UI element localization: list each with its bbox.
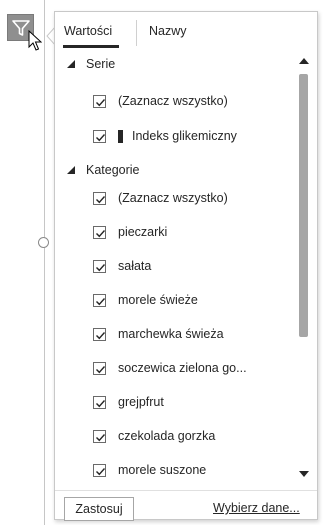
triangle-expanded-icon[interactable] <box>67 60 75 68</box>
checkbox[interactable] <box>93 463 106 477</box>
category-item[interactable]: marchewka świeża <box>93 323 224 345</box>
checkmark-icon <box>96 133 106 141</box>
checkbox[interactable] <box>93 94 106 108</box>
mouse-cursor-icon <box>28 30 42 51</box>
checkmark-icon <box>96 433 106 441</box>
chart-resize-handle[interactable] <box>38 237 49 248</box>
series-color-swatch <box>118 129 123 143</box>
category-item[interactable]: soczewica zielona go... <box>93 357 247 379</box>
group-categories-label: Kategorie <box>86 163 140 177</box>
checkbox[interactable] <box>93 361 106 375</box>
category-item[interactable]: pieczarki <box>93 221 167 243</box>
checkmark-icon <box>96 331 106 339</box>
select-data-link[interactable]: Wybierz dane... <box>213 501 300 515</box>
triangle-expanded-icon[interactable] <box>67 166 75 174</box>
checkmark-icon <box>96 98 106 106</box>
checkmark-icon <box>96 365 106 373</box>
group-series-label: Serie <box>86 57 116 71</box>
chart-filter-panel: Wartości Nazwy Serie (Zaznacz wszystko) … <box>54 11 318 521</box>
checkbox[interactable] <box>93 259 106 273</box>
series-item-select-all[interactable]: (Zaznacz wszystko) <box>93 90 228 112</box>
filter-list-scrollbar[interactable] <box>297 52 311 486</box>
list-item-label: pieczarki <box>118 225 168 239</box>
tab-values-selected-indicator <box>63 45 119 48</box>
category-item[interactable]: morele świeże <box>93 289 198 311</box>
checkbox[interactable] <box>93 225 106 239</box>
checkmark-icon <box>96 195 106 203</box>
checkmark-icon <box>96 297 106 305</box>
list-item-label: marchewka świeża <box>118 327 224 341</box>
checkmark-icon <box>96 229 106 237</box>
checkbox[interactable] <box>93 293 106 307</box>
tab-separator <box>136 20 137 46</box>
checkmark-icon <box>96 467 106 475</box>
checkbox[interactable] <box>93 395 106 409</box>
category-item[interactable]: grejpfrut <box>93 391 164 413</box>
chart-area-edge <box>44 0 45 525</box>
scroll-up-arrow-icon[interactable] <box>299 57 309 65</box>
list-item-label: (Zaznacz wszystko) <box>118 94 228 108</box>
list-item-label: soczewica zielona go... <box>118 361 247 375</box>
scroll-thumb[interactable] <box>299 74 308 337</box>
checkbox[interactable] <box>93 129 106 143</box>
series-item-glycemic-index[interactable]: Indeks glikemiczny <box>93 125 237 147</box>
checkbox[interactable] <box>93 191 106 205</box>
filter-list: Serie (Zaznacz wszystko) Indeks glikemic… <box>55 52 295 486</box>
scroll-down-arrow-icon[interactable] <box>299 470 309 478</box>
filter-tabs: Wartości Nazwy <box>55 12 317 50</box>
group-series-header[interactable]: Serie <box>67 53 115 75</box>
category-item[interactable]: czekolada gorzka <box>93 425 215 447</box>
checkbox[interactable] <box>93 327 106 341</box>
footer-divider <box>55 490 317 491</box>
category-item[interactable]: morele suszone <box>93 459 206 481</box>
list-item-label: morele suszone <box>118 463 207 477</box>
list-item-label: grejpfrut <box>118 395 164 409</box>
list-item-label: czekolada gorzka <box>118 429 216 443</box>
category-item[interactable]: sałata <box>93 255 151 277</box>
tab-names[interactable]: Nazwy <box>149 24 187 38</box>
checkmark-icon <box>96 399 106 407</box>
list-item-label: sałata <box>118 259 152 273</box>
checkmark-icon <box>96 263 106 271</box>
list-item-label: Indeks glikemiczny <box>132 129 237 143</box>
list-item-label: (Zaznacz wszystko) <box>118 191 228 205</box>
category-item[interactable]: (Zaznacz wszystko) <box>93 187 228 209</box>
category-item-clipped[interactable] <box>93 482 118 486</box>
checkbox[interactable] <box>93 429 106 443</box>
group-categories-header[interactable]: Kategorie <box>67 159 140 181</box>
tab-values[interactable]: Wartości <box>64 24 112 38</box>
apply-button[interactable]: Zastosuj <box>64 497 134 521</box>
list-item-label: morele świeże <box>118 293 198 307</box>
